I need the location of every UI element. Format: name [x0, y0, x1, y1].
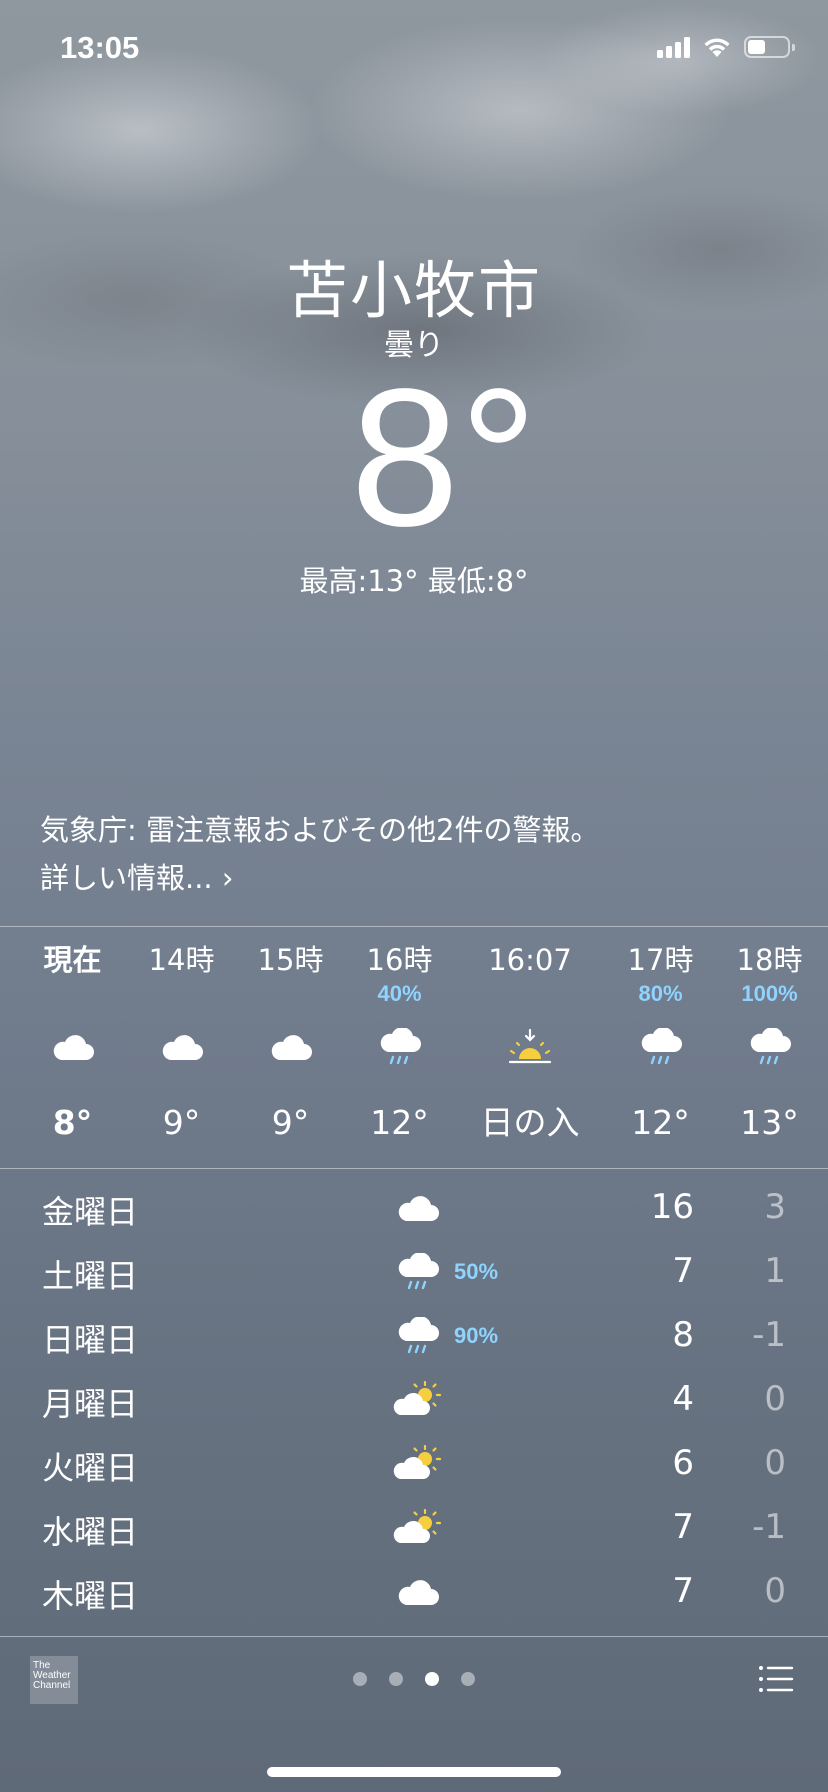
cloud-icon	[18, 1008, 127, 1088]
alert-more-link[interactable]: 詳しい情報... ›	[40, 854, 800, 902]
rain-cloud-icon	[345, 1008, 454, 1088]
hour-temp: 13°	[740, 1103, 799, 1142]
day-low: 3	[764, 1187, 786, 1227]
day-low: -1	[752, 1507, 786, 1547]
daily-row: 金曜日 16 3	[0, 1177, 828, 1241]
hour-precip	[18, 980, 127, 1008]
hourly-item: 18時 100% 13°	[715, 940, 824, 1160]
hourly-forecast[interactable]: 現在 8° 14時 9° 15時 9° 16時 40% 12° 16:07 日の…	[18, 940, 828, 1160]
day-low: 0	[764, 1379, 786, 1419]
footer-divider	[0, 1636, 828, 1637]
city-name: 苫小牧市	[285, 254, 542, 327]
hour-temp: 8°	[52, 1103, 93, 1142]
day-high: 16	[650, 1187, 694, 1227]
day-precip: 50%	[454, 1259, 499, 1284]
hourly-item: 14時 9°	[127, 940, 236, 1160]
daily-row: 月曜日 4 0	[0, 1369, 828, 1433]
hourly-item: 15時 9°	[236, 940, 345, 1160]
hour-temp: 9°	[271, 1103, 310, 1142]
status-time: 13:05	[60, 30, 140, 65]
rain-cloud-icon	[715, 1008, 824, 1088]
day-high: 4	[672, 1379, 694, 1419]
hour-temp: 9°	[162, 1103, 201, 1142]
partly-sunny-icon	[390, 1437, 446, 1493]
hour-label: 18時	[736, 943, 803, 977]
battery-icon	[744, 36, 795, 58]
hour-label: 14時	[148, 943, 215, 977]
home-indicator[interactable]	[267, 1767, 561, 1777]
day-precip: 90%	[454, 1323, 499, 1348]
page-dot[interactable]	[461, 1672, 475, 1686]
hour-precip: 40%	[377, 981, 422, 1006]
hour-temp: 12°	[631, 1103, 690, 1142]
day-name: 木曜日	[42, 1577, 139, 1615]
hour-label: 16:07	[488, 943, 572, 977]
hourly-item: 16:07 日の入	[454, 940, 606, 1160]
alert-text: 気象庁: 雷注意報およびその他2件の警報。	[40, 813, 600, 847]
hour-precip	[236, 980, 345, 1008]
daily-top-divider	[0, 1168, 828, 1169]
hour-precip	[127, 980, 236, 1008]
day-high: 8	[672, 1315, 694, 1355]
cloud-icon	[390, 1565, 446, 1621]
cloud-icon	[390, 1181, 446, 1237]
hour-label: 15時	[257, 943, 324, 977]
hour-precip: 100%	[741, 981, 798, 1006]
day-low: 0	[764, 1443, 786, 1483]
hour-label: 16時	[366, 943, 433, 977]
sunset-icon	[454, 1008, 606, 1088]
day-low: -1	[752, 1315, 786, 1355]
day-low: 1	[764, 1251, 786, 1291]
cellular-signal-icon	[657, 36, 690, 58]
day-name: 水曜日	[42, 1513, 139, 1551]
day-high: 6	[672, 1443, 694, 1483]
hour-label: 17時	[627, 943, 694, 977]
page-indicator[interactable]	[0, 1672, 828, 1686]
wifi-icon	[704, 38, 730, 57]
daily-row: 日曜日 90% 8 -1	[0, 1305, 828, 1369]
high-low-temperature: 最高:13° 最低:8°	[299, 564, 529, 598]
page-dot[interactable]	[353, 1672, 367, 1686]
day-name: 月曜日	[42, 1385, 139, 1423]
status-icons	[657, 36, 795, 58]
daily-row: 土曜日 50% 7 1	[0, 1241, 828, 1305]
rain-cloud-icon	[390, 1309, 446, 1365]
hourly-item: 17時 80% 12°	[606, 940, 715, 1160]
page-dot[interactable]	[389, 1672, 403, 1686]
daily-row: 火曜日 6 0	[0, 1433, 828, 1497]
hour-temp: 日の入	[480, 1103, 580, 1142]
day-name: 土曜日	[42, 1257, 139, 1295]
hour-precip: 80%	[638, 981, 683, 1006]
current-temperature: 8°	[350, 348, 538, 567]
daily-row: 木曜日 7 0	[0, 1561, 828, 1625]
weather-alert[interactable]: 気象庁: 雷注意報およびその他2件の警報。 詳しい情報... ›	[40, 806, 800, 902]
cloud-icon	[127, 1008, 236, 1088]
hour-label: 現在	[43, 943, 102, 977]
day-low: 0	[764, 1571, 786, 1611]
daily-forecast[interactable]: 金曜日 16 3 土曜日 50% 7 1 日曜日 90% 8 -1 月曜日 4 …	[0, 1177, 828, 1625]
partly-sunny-icon	[390, 1373, 446, 1429]
partly-sunny-icon	[390, 1501, 446, 1557]
cloud-icon	[236, 1008, 345, 1088]
rain-cloud-icon	[390, 1245, 446, 1301]
hourly-top-divider	[0, 926, 828, 927]
day-name: 日曜日	[42, 1321, 139, 1359]
hour-precip	[454, 980, 606, 1008]
day-name: 火曜日	[42, 1449, 139, 1487]
day-high: 7	[672, 1571, 694, 1611]
page-dot-active[interactable]	[425, 1672, 439, 1686]
day-high: 7	[672, 1507, 694, 1547]
hourly-item: 現在 8°	[18, 940, 127, 1160]
hourly-item: 16時 40% 12°	[345, 940, 454, 1160]
rain-cloud-icon	[606, 1008, 715, 1088]
day-high: 7	[672, 1251, 694, 1291]
hour-temp: 12°	[370, 1103, 429, 1142]
day-name: 金曜日	[42, 1193, 139, 1231]
city-list-icon[interactable]	[758, 1664, 794, 1694]
status-bar: 13:05	[0, 0, 828, 100]
daily-row: 水曜日 7 -1	[0, 1497, 828, 1561]
